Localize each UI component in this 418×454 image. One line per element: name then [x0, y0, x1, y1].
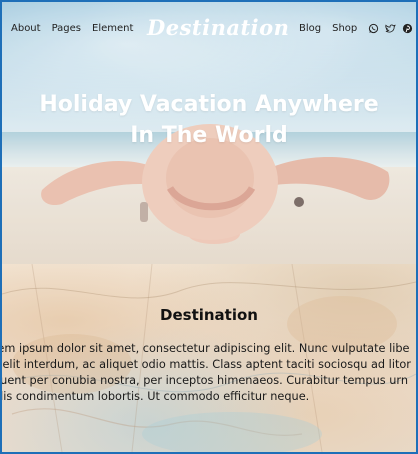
nav-left-links: About Pages Element	[11, 23, 133, 34]
paragraph-line: quent per conubia nostra, per inceptos h…	[2, 374, 408, 387]
destination-section: Destination rem ipsum dolor sit amet, co…	[2, 264, 416, 452]
section-paragraph: rem ipsum dolor sit amet, consectetur ad…	[2, 341, 416, 405]
paragraph-line: s elit interdum, ac aliquet odio mattis.…	[2, 358, 411, 371]
nav-link-element[interactable]: Element	[92, 23, 133, 34]
paragraph-line: ulis condimentum lobortis. Ut commodo ef…	[2, 390, 310, 403]
pinterest-icon[interactable]	[402, 23, 413, 34]
nav-right-links: Blog Shop	[299, 23, 413, 34]
nav-link-blog[interactable]: Blog	[299, 23, 321, 34]
site-logo[interactable]: Destination	[147, 15, 289, 47]
nav-link-about[interactable]: About	[11, 23, 41, 34]
whatsapp-icon[interactable]	[368, 23, 379, 34]
paragraph-line: rem ipsum dolor sit amet, consectetur ad…	[2, 342, 410, 355]
social-icons	[368, 23, 413, 34]
browser-frame: Holiday Vacation Anywhere In The World A…	[0, 0, 418, 454]
nav-link-shop[interactable]: Shop	[332, 23, 357, 34]
twitter-icon[interactable]	[385, 23, 396, 34]
section-title: Destination	[160, 306, 258, 324]
top-navigation: About Pages Element Destination Blog Sho…	[2, 2, 416, 58]
nav-link-pages[interactable]: Pages	[52, 23, 81, 34]
hero-title-line1: Holiday Vacation Anywhere	[39, 92, 379, 117]
hero-title-line2: In The World	[130, 123, 288, 148]
